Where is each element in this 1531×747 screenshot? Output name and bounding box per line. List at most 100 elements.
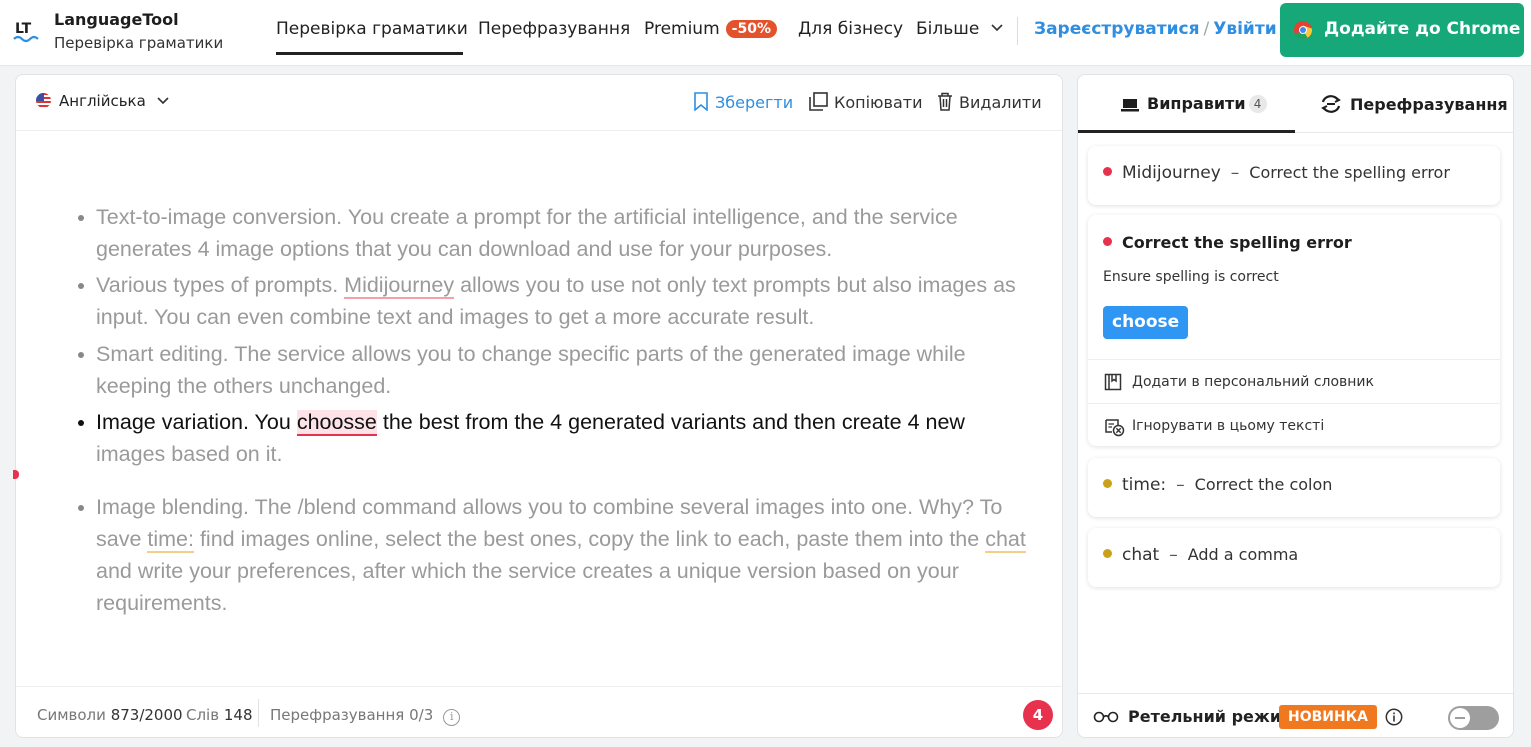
app-name: LanguageTool <box>54 10 179 29</box>
issue-summary: chat – Add a comma <box>1103 545 1298 565</box>
add-to-dictionary-button[interactable]: Додати в персональний словник <box>1088 359 1500 403</box>
warning-dot-icon <box>1103 549 1112 558</box>
issue-card-midijourney[interactable]: Midijourney – Correct the spelling error <box>1088 146 1500 205</box>
save-button[interactable]: Зберегти <box>693 92 793 112</box>
nav-grammar-check[interactable]: Перевірка граматики <box>276 19 468 39</box>
issue-summary: time: – Correct the colon <box>1103 475 1332 495</box>
rephrase-count: Перефразування 0/3 i <box>270 706 461 726</box>
issue-card-chat[interactable]: chat – Add a comma <box>1088 528 1500 587</box>
tab-correct[interactable]: Виправити 4 <box>1121 94 1267 113</box>
expanded-title: Correct the spelling error <box>1103 233 1352 252</box>
rephrase-count-value: 0/3 <box>409 706 434 724</box>
text-area[interactable]: Text-to-image conversion. You create a p… <box>13 131 1062 686</box>
bookmark-icon <box>694 92 708 112</box>
error-dot-icon <box>1103 237 1112 246</box>
list-item: Smart editing. The service allows you to… <box>78 338 1046 402</box>
word-count: Слів 148 <box>186 706 253 724</box>
suggestions-panel: Виправити 4 Перефразування Midijourney – Co… <box>1077 74 1514 738</box>
text-fragment: find images online, select the best ones… <box>193 527 986 551</box>
info-icon[interactable]: i <box>443 709 461 726</box>
tab-active-indicator <box>1078 130 1295 133</box>
delete-label: Видалити <box>959 93 1042 112</box>
issues-count-badge[interactable]: 4 <box>1023 700 1053 730</box>
issue-card-time[interactable]: time: – Correct the colon <box>1088 458 1500 517</box>
tab-correct-count: 4 <box>1248 95 1267 113</box>
punctuation-error-time[interactable]: time: <box>147 527 194 553</box>
issue-description: Correct the colon <box>1194 475 1333 494</box>
list-item: Image blending. The /blend command allow… <box>78 491 1046 619</box>
new-badge: НОВИНКА <box>1279 705 1378 729</box>
suggestion-choose-button[interactable]: choose <box>1103 306 1189 339</box>
rephrase-icon <box>1321 95 1341 113</box>
panel-footer: Ретельний режим НОВИНКА <box>1078 693 1513 739</box>
word-count-label: Слів <box>186 706 220 724</box>
top-navbar: LT LanguageTool Перевірка граматики Пере… <box>0 0 1531 66</box>
tab-correct-label: Виправити <box>1147 94 1246 113</box>
trash-icon <box>938 92 952 111</box>
tab-paraphrase[interactable]: Перефразування <box>1320 94 1508 114</box>
active-line-marker <box>13 470 19 479</box>
add-to-chrome-button[interactable]: Додайте до Chrome <box>1280 3 1524 57</box>
punctuation-error-chat[interactable]: chat <box>985 527 1026 553</box>
picky-mode-label: Ретельний режим <box>1128 707 1295 726</box>
add-to-chrome-label: Додайте до Chrome <box>1324 19 1521 39</box>
glasses-icon <box>1093 711 1119 723</box>
spelling-error-midijourney[interactable]: Midijourney <box>344 273 455 299</box>
svg-text:LT: LT <box>15 21 32 37</box>
nav-active-indicator <box>276 52 463 55</box>
sale-badge: -50% <box>725 20 777 38</box>
us-flag-icon <box>36 93 51 108</box>
bullet-list: Text-to-image conversion. You create a p… <box>78 205 1046 619</box>
ignore-in-text-button[interactable]: Ігнорувати в цьому тексті <box>1088 403 1500 447</box>
issue-word: chat <box>1122 545 1160 565</box>
chevron-down-icon <box>157 97 169 105</box>
nav-paraphrase[interactable]: Перефразування <box>478 19 630 39</box>
editor-card: Англійська Зберегти Копіювати Видалити T… <box>13 74 1063 739</box>
expanded-subtitle: Ensure spelling is correct <box>1103 269 1279 285</box>
editor-footer: Символи 873/2000 Слів 148 Перефразування… <box>16 686 1062 739</box>
copy-icon <box>809 92 828 111</box>
copy-button[interactable]: Копіювати <box>809 92 922 112</box>
nav-premium[interactable]: Premium -50% <box>644 19 777 39</box>
languagetool-logo-icon: LT <box>13 21 39 43</box>
laptop-icon <box>1121 99 1139 112</box>
issue-description: Add a comma <box>1187 545 1299 564</box>
auth-separator: / <box>1203 19 1210 39</box>
issue-dash: – <box>1169 545 1178 565</box>
delete-button[interactable]: Видалити <box>937 92 1042 112</box>
editor-toolbar: Англійська Зберегти Копіювати Видалити <box>16 75 1062 131</box>
issue-dash: – <box>1230 163 1240 183</box>
text-fragment: Image variation. You <box>96 410 297 434</box>
toggle-knob <box>1450 708 1470 728</box>
copy-label: Копіювати <box>834 93 923 112</box>
issue-card-expanded: Correct the spelling error Ensure spelli… <box>1088 215 1500 446</box>
warning-dot-icon <box>1103 479 1112 488</box>
list-item: Various types of prompts. Midijourney al… <box>78 269 1046 333</box>
language-label: Англійська <box>59 92 146 110</box>
picky-mode-toggle[interactable] <box>1448 706 1499 730</box>
nav-more[interactable]: Більше <box>916 19 1003 39</box>
spelling-error-choosse[interactable]: choosse <box>296 410 377 436</box>
issue-description: Correct the spelling error <box>1249 163 1450 182</box>
info-icon[interactable] <box>1385 708 1403 726</box>
list-item: Text-to-image conversion. You create a p… <box>78 201 1046 265</box>
language-select[interactable]: Англійська <box>36 92 169 110</box>
tab-paraphrase-label: Перефразування <box>1350 95 1508 114</box>
list-item-active: Image variation. You choosse the best fr… <box>78 406 1046 470</box>
text-fragment: the best from the 4 generated variants a… <box>376 410 965 434</box>
char-count-value: 873/2000 <box>110 706 183 724</box>
app-subtitle: Перевірка граматики <box>54 34 224 52</box>
login-link[interactable]: Увійти <box>1213 19 1276 39</box>
nav-business[interactable]: Для бізнесу <box>798 19 903 39</box>
expanded-title-label: Correct the spelling error <box>1122 233 1352 252</box>
issue-word: Midijourney <box>1122 163 1221 183</box>
error-dot-icon <box>1103 167 1112 176</box>
chevron-down-icon <box>991 24 1003 32</box>
issue-summary: Midijourney – Correct the spelling error <box>1103 163 1450 183</box>
ignore-icon <box>1105 419 1125 437</box>
nav-divider <box>1017 17 1018 45</box>
char-count: Символи 873/2000 <box>37 706 183 724</box>
text-fragment: Various types of prompts. <box>96 273 345 297</box>
nav-premium-label: Premium <box>644 19 720 39</box>
signup-link[interactable]: Зареєструватися <box>1034 19 1200 39</box>
